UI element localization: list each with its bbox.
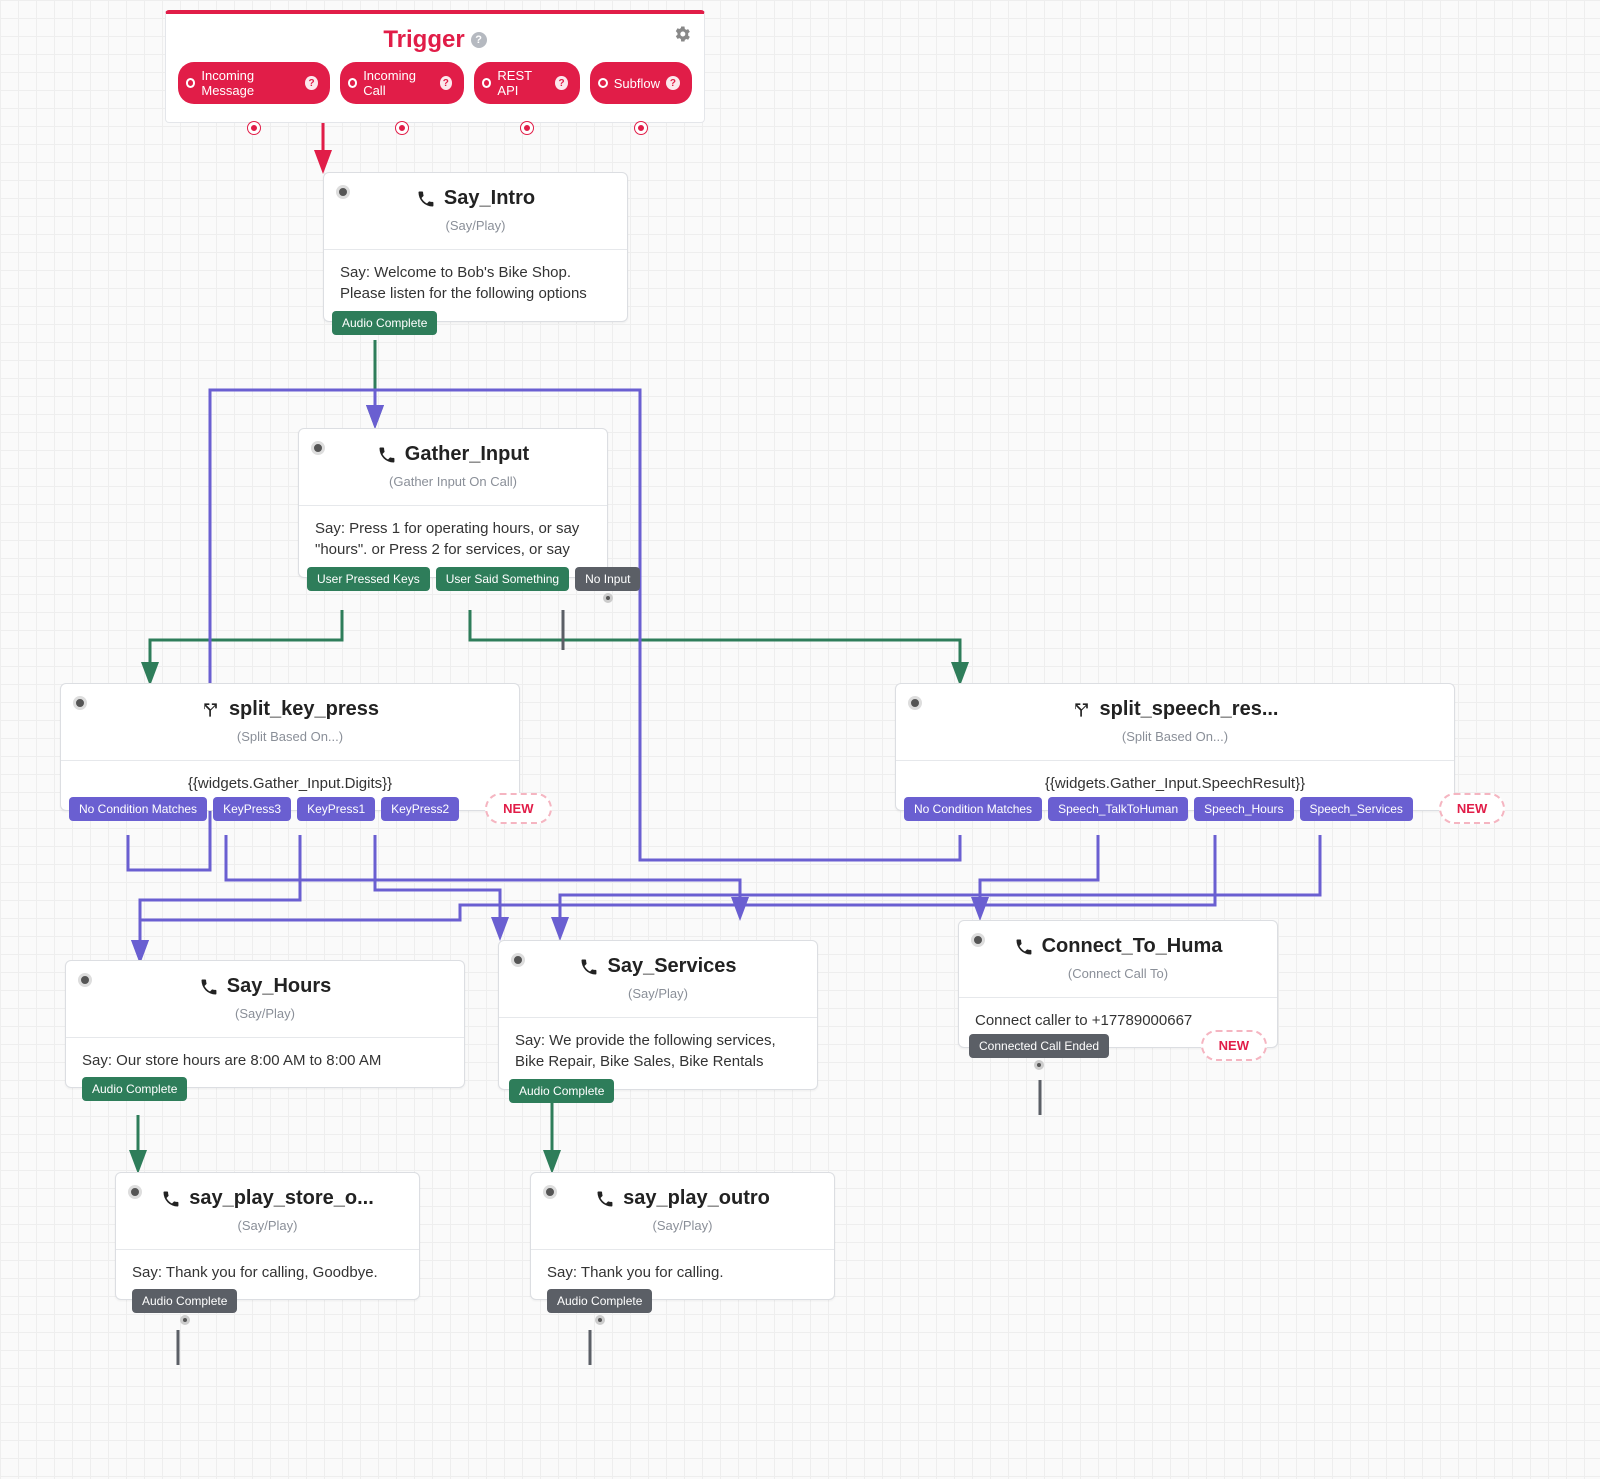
widget-subtitle: (Say/Play) — [128, 1218, 407, 1233]
input-port[interactable] — [73, 696, 87, 710]
output-no-condition[interactable]: No Condition Matches — [69, 797, 207, 821]
input-port[interactable] — [543, 1185, 557, 1199]
widget-title: say_play_outro — [623, 1187, 770, 1210]
widget-subtitle: (Say/Play) — [543, 1218, 822, 1233]
widget-say-play-outro[interactable]: say_play_outro (Say/Play) Say: Thank you… — [530, 1172, 835, 1300]
output-audio-complete[interactable]: Audio Complete — [132, 1289, 237, 1313]
output-audio-complete[interactable]: Audio Complete — [547, 1289, 652, 1313]
widget-say-intro[interactable]: Say_Intro (Say/Play) Say: Welcome to Bob… — [323, 172, 628, 322]
widget-subtitle: (Say/Play) — [336, 218, 615, 233]
widget-subtitle: (Say/Play) — [511, 986, 805, 1001]
input-port[interactable] — [128, 1185, 142, 1199]
phone-icon — [595, 1189, 615, 1209]
widget-subtitle: (Say/Play) — [78, 1006, 452, 1021]
phone-icon — [1014, 937, 1034, 957]
widget-split-speech-res[interactable]: split_speech_res... (Split Based On...) … — [895, 683, 1455, 811]
trigger-output-incoming-message[interactable]: Incoming Message? — [178, 62, 330, 104]
widget-title: split_speech_res... — [1100, 698, 1279, 721]
widget-title: Gather_Input — [405, 443, 529, 466]
phone-icon — [579, 957, 599, 977]
output-keypress3[interactable]: KeyPress3 — [213, 797, 291, 821]
trigger-outputs: Incoming Message? Incoming Call? REST AP… — [166, 62, 704, 122]
trigger-output-incoming-call[interactable]: Incoming Call? — [340, 62, 464, 104]
widget-title: Connect_To_Huma — [1042, 935, 1223, 958]
widget-subtitle: (Split Based On...) — [908, 729, 1442, 744]
input-port[interactable] — [336, 185, 350, 199]
new-output-button[interactable]: NEW — [1201, 1030, 1267, 1061]
widget-say-services[interactable]: Say_Services (Say/Play) Say: We provide … — [498, 940, 818, 1090]
widget-split-key-press[interactable]: split_key_press (Split Based On...) {{wi… — [60, 683, 520, 811]
widget-subtitle: (Connect Call To) — [971, 966, 1265, 981]
trigger-output-rest-api[interactable]: REST API? — [474, 62, 580, 104]
output-keypress1[interactable]: KeyPress1 — [297, 797, 375, 821]
trigger-widget[interactable]: Trigger ? Incoming Message? Incoming Cal… — [165, 10, 705, 123]
output-keypress2[interactable]: KeyPress2 — [381, 797, 459, 821]
output-speech-services[interactable]: Speech_Services — [1300, 797, 1413, 821]
widget-subtitle: (Split Based On...) — [73, 729, 507, 744]
trigger-title: Trigger — [383, 26, 464, 54]
widget-say-hours[interactable]: Say_Hours (Say/Play) Say: Our store hour… — [65, 960, 465, 1088]
phone-icon — [416, 189, 436, 209]
output-audio-complete[interactable]: Audio Complete — [82, 1077, 187, 1101]
input-port[interactable] — [511, 953, 525, 967]
trigger-output-subflow[interactable]: Subflow? — [590, 62, 692, 104]
widget-title: Say_Services — [607, 955, 736, 978]
widget-say-play-store[interactable]: say_play_store_o... (Say/Play) Say: Than… — [115, 1172, 420, 1300]
split-icon — [1072, 700, 1092, 720]
widget-title: Say_Intro — [444, 187, 535, 210]
output-audio-complete[interactable]: Audio Complete — [332, 311, 437, 335]
input-port[interactable] — [908, 696, 922, 710]
output-user-pressed-keys[interactable]: User Pressed Keys — [307, 567, 430, 591]
widget-connect-to-human[interactable]: Connect_To_Huma (Connect Call To) Connec… — [958, 920, 1278, 1048]
trigger-header: Trigger ? — [166, 14, 704, 62]
new-condition-button[interactable]: NEW — [485, 793, 551, 824]
gear-icon[interactable] — [672, 24, 692, 49]
output-no-condition[interactable]: No Condition Matches — [904, 797, 1042, 821]
output-audio-complete[interactable]: Audio Complete — [509, 1079, 614, 1103]
phone-icon — [199, 977, 219, 997]
output-user-said-something[interactable]: User Said Something — [436, 567, 569, 591]
widget-gather-input[interactable]: Gather_Input (Gather Input On Call) Say:… — [298, 428, 608, 578]
phone-icon — [161, 1189, 181, 1209]
input-port[interactable] — [78, 973, 92, 987]
widget-subtitle: (Gather Input On Call) — [311, 474, 595, 489]
new-condition-button[interactable]: NEW — [1439, 793, 1505, 824]
output-no-input[interactable]: No Input — [575, 567, 640, 591]
widget-title: say_play_store_o... — [189, 1187, 374, 1210]
input-port[interactable] — [311, 441, 325, 455]
split-icon — [201, 700, 221, 720]
output-speech-hours[interactable]: Speech_Hours — [1194, 797, 1293, 821]
input-port[interactable] — [971, 933, 985, 947]
widget-title: split_key_press — [229, 698, 379, 721]
phone-icon — [377, 445, 397, 465]
output-speech-talktohuman[interactable]: Speech_TalkToHuman — [1048, 797, 1188, 821]
widget-title: Say_Hours — [227, 975, 332, 998]
help-icon[interactable]: ? — [471, 32, 487, 48]
output-connected-call-ended[interactable]: Connected Call Ended — [969, 1034, 1109, 1058]
